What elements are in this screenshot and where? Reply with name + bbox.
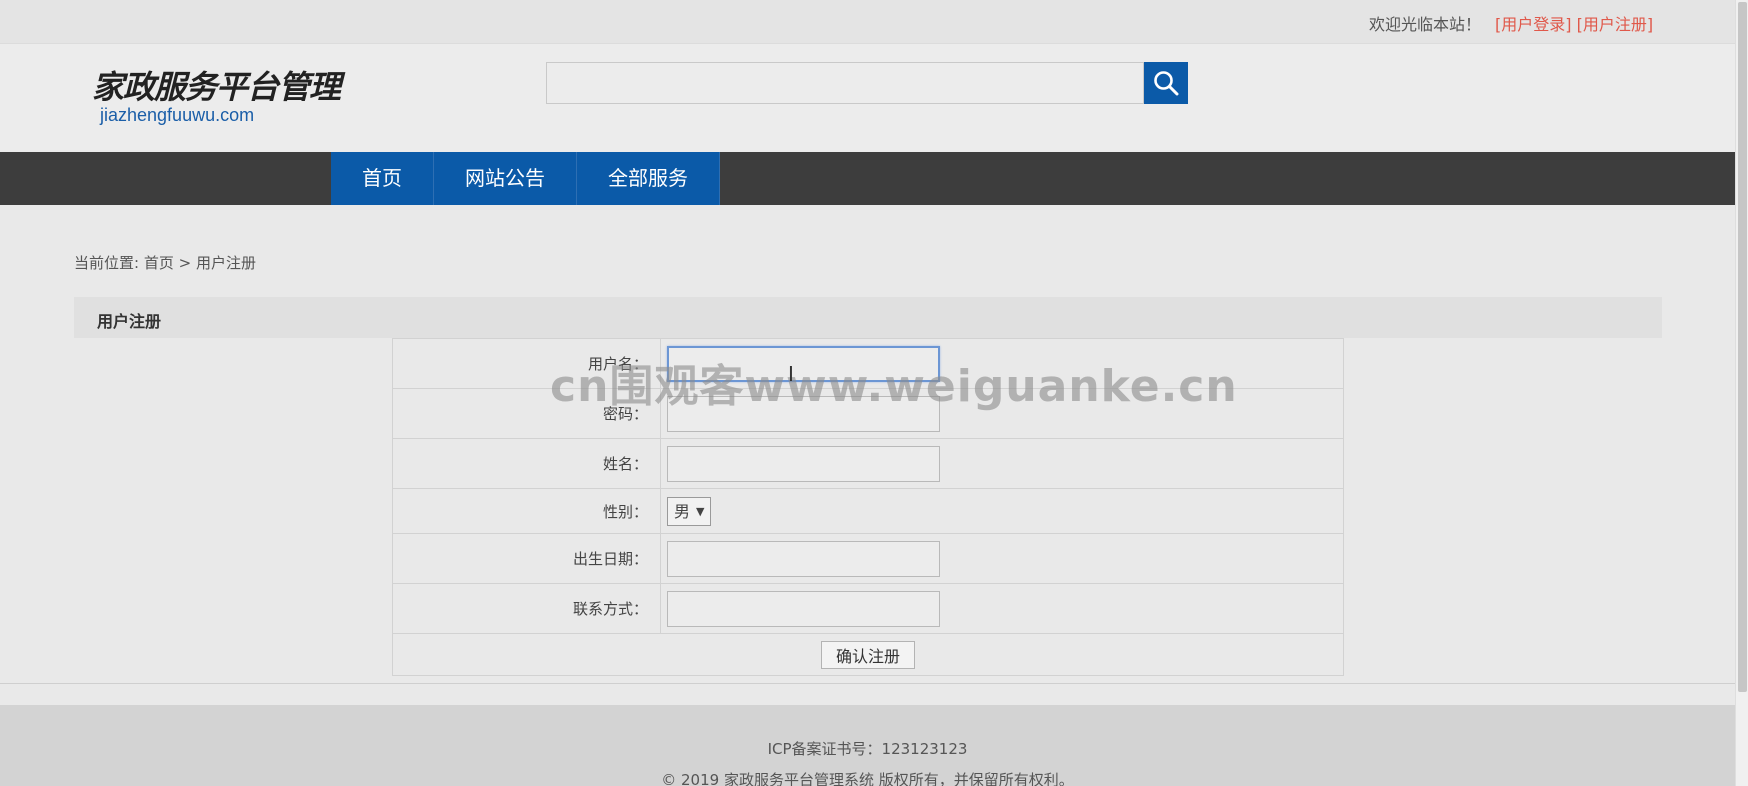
breadcrumb: 当前位置: 首页 > 用户注册 — [74, 252, 256, 273]
scrollbar-thumb[interactable] — [1738, 2, 1747, 692]
nav-items: 首页 网站公告 全部服务 — [331, 152, 720, 205]
account-links: [用户登录] [用户注册] — [1495, 11, 1653, 35]
contact-cell — [660, 583, 1344, 634]
form-row-birthdate: 出生日期： — [392, 533, 1344, 584]
nav-item-announcements[interactable]: 网站公告 — [434, 152, 577, 205]
birthdate-input[interactable] — [667, 540, 940, 577]
section-title: 用户注册 — [97, 312, 162, 331]
name-input[interactable] — [667, 445, 940, 482]
form-row-gender: 性别： 男 ▼ — [392, 488, 1344, 534]
password-cell — [660, 388, 1344, 439]
vertical-scrollbar[interactable] — [1735, 0, 1748, 786]
text-cursor-icon: I — [788, 362, 794, 386]
search-input[interactable] — [546, 62, 1144, 104]
registration-form: 用户名： 密码： 姓名： 性别： 男 ▼ 出生日期： 联系方式： 确认注册 — [392, 338, 1344, 676]
section-header: 用户注册 — [74, 297, 1662, 338]
copyright-text: © 2019 家政服务平台管理系统 版权所有，并保留所有权利。 — [661, 771, 1074, 786]
breadcrumb-current: 用户注册 — [196, 254, 257, 272]
name-cell — [660, 438, 1344, 489]
chevron-down-icon: ▼ — [696, 504, 705, 518]
register-link[interactable]: [用户注册] — [1577, 15, 1654, 34]
welcome-text: 欢迎光临本站！ — [1369, 15, 1482, 34]
gender-select[interactable]: 男 ▼ — [667, 496, 712, 526]
search-icon — [1154, 71, 1179, 96]
form-row-name: 姓名： — [392, 438, 1344, 489]
gender-cell: 男 ▼ — [660, 488, 1344, 534]
login-link[interactable]: [用户登录] — [1495, 15, 1572, 34]
footer-divider — [0, 683, 1735, 705]
password-input[interactable] — [667, 395, 940, 432]
logo-chinese-text: 家政服务平台管理 — [92, 68, 341, 106]
search-button[interactable] — [1144, 62, 1188, 104]
breadcrumb-prefix: 当前位置: — [74, 254, 140, 272]
birthdate-label: 出生日期： — [392, 533, 661, 584]
top-bar: 欢迎光临本站！ [用户登录] [用户注册] — [0, 0, 1735, 44]
logo-domain-text: jiazhengfuuwu.com — [100, 105, 255, 125]
name-label: 姓名： — [392, 438, 661, 489]
submit-cell: 确认注册 — [392, 633, 1344, 676]
footer: ICP备案证书号：123123123 © 2019 家政服务平台管理系统 版权所… — [0, 705, 1735, 786]
breadcrumb-separator: > — [178, 254, 192, 272]
form-row-username: 用户名： — [392, 338, 1344, 389]
page: 欢迎光临本站！ [用户登录] [用户注册] 家政服务平台管理 jiazhengf… — [0, 0, 1748, 786]
form-row-submit: 确认注册 — [392, 633, 1344, 676]
breadcrumb-home-link[interactable]: 首页 — [144, 254, 174, 272]
gender-selected-value: 男 — [674, 501, 691, 521]
contact-label: 联系方式： — [392, 583, 661, 634]
gender-label: 性别： — [392, 488, 661, 534]
username-input[interactable] — [667, 345, 940, 382]
form-row-contact: 联系方式： — [392, 583, 1344, 634]
icp-number: ICP备案证书号：123123123 — [767, 740, 968, 758]
form-row-password: 密码： — [392, 388, 1344, 439]
password-label: 密码： — [392, 388, 661, 439]
site-logo[interactable]: 家政服务平台管理 jiazhengfuuwu.com — [92, 68, 341, 130]
username-cell — [660, 338, 1344, 389]
nav-item-all-services[interactable]: 全部服务 — [577, 152, 720, 205]
contact-input[interactable] — [667, 590, 940, 627]
confirm-register-button[interactable]: 确认注册 — [820, 640, 915, 669]
header: 家政服务平台管理 jiazhengfuuwu.com — [0, 44, 1735, 152]
main-nav: 首页 网站公告 全部服务 — [0, 152, 1735, 205]
birthdate-cell — [660, 533, 1344, 584]
nav-item-home[interactable]: 首页 — [331, 152, 434, 205]
username-label: 用户名： — [392, 338, 661, 389]
